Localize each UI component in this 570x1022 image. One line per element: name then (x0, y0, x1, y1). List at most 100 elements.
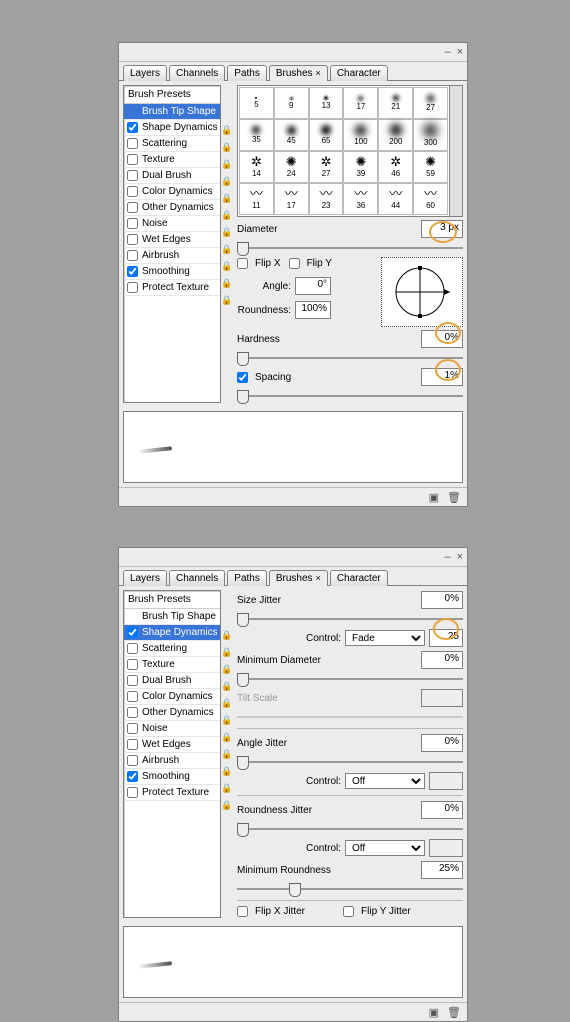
minimize-icon[interactable]: – (444, 46, 450, 58)
lock-icon[interactable]: 🔒 (221, 241, 233, 258)
size-jitter-value[interactable]: 0% (421, 591, 463, 609)
min-roundness-value[interactable]: 25% (421, 861, 463, 879)
tab-brushes[interactable]: Brushes× (269, 65, 328, 81)
sidebar-header[interactable]: Brush Presets (124, 591, 220, 609)
tab-channels[interactable]: Channels (169, 65, 225, 81)
sidebar-item[interactable]: Scattering (124, 641, 220, 657)
angle-jitter-value[interactable]: 0% (421, 734, 463, 752)
hardness-value[interactable]: 0% (421, 330, 463, 348)
sidebar-item[interactable]: Dual Brush (124, 673, 220, 689)
brush-preset[interactable]: 45 (274, 119, 309, 151)
sidebar-checkbox[interactable] (127, 675, 138, 686)
sidebar-checkbox[interactable] (127, 739, 138, 750)
tab-paths[interactable]: Paths (227, 65, 267, 81)
sidebar-header[interactable]: Brush Presets (124, 86, 220, 104)
tab-layers[interactable]: Layers (123, 65, 167, 81)
min-diameter-value[interactable]: 0% (421, 651, 463, 669)
brush-preset[interactable]: 〰44 (378, 183, 413, 215)
size-control-select[interactable]: Fade (345, 630, 425, 646)
sidebar-item[interactable]: Noise (124, 721, 220, 737)
roundness-jitter-slider[interactable] (237, 822, 463, 836)
close-icon[interactable]: × (457, 46, 463, 58)
brush-preset-grid[interactable]: 5913172127354565100200300✲14✺24✲27✺39✲46… (237, 85, 450, 217)
scrollbar[interactable] (450, 85, 463, 217)
sidebar-checkbox[interactable] (127, 627, 138, 638)
angle-jitter-slider[interactable] (237, 755, 463, 769)
roundness-control-select[interactable]: Off (345, 840, 425, 856)
sidebar-checkbox[interactable] (127, 170, 138, 181)
lock-icon[interactable]: 🔒 (221, 207, 233, 224)
sidebar-checkbox[interactable] (127, 659, 138, 670)
sidebar-item[interactable]: Shape Dynamics (124, 625, 220, 641)
trash-icon[interactable]: 🗑 (447, 491, 461, 504)
sidebar-checkbox[interactable] (127, 282, 138, 293)
sidebar-item[interactable]: Smoothing (124, 264, 220, 280)
sidebar-checkbox[interactable] (127, 643, 138, 654)
sidebar-item[interactable]: Wet Edges (124, 232, 220, 248)
tab-character[interactable]: Character (330, 65, 388, 81)
flip-y-checkbox[interactable] (289, 258, 300, 269)
roundness-jitter-value[interactable]: 0% (421, 801, 463, 819)
sidebar-item[interactable]: Protect Texture (124, 280, 220, 296)
brush-preset[interactable]: 〰23 (309, 183, 344, 215)
trash-icon[interactable]: 🗑 (447, 1006, 461, 1019)
new-preset-icon[interactable]: ▣ (429, 1006, 439, 1019)
min-roundness-slider[interactable] (237, 882, 463, 896)
lock-icon[interactable]: 🔒 (221, 797, 233, 814)
sidebar-item[interactable]: Color Dynamics (124, 184, 220, 200)
tab-brushes[interactable]: Brushes× (269, 570, 328, 586)
brush-preset[interactable]: 21 (378, 87, 413, 119)
sidebar-item[interactable]: Other Dynamics (124, 200, 220, 216)
sidebar-item[interactable]: Smoothing (124, 769, 220, 785)
lock-icon[interactable]: 🔒 (221, 712, 233, 729)
brush-preset[interactable]: 200 (378, 119, 413, 151)
lock-icon[interactable]: 🔒 (221, 258, 233, 275)
diameter-slider[interactable] (237, 241, 463, 255)
brush-preset[interactable]: 5 (239, 87, 274, 119)
lock-icon[interactable]: 🔒 (221, 780, 233, 797)
brush-preset[interactable]: 〰17 (274, 183, 309, 215)
sidebar-item[interactable]: Texture (124, 152, 220, 168)
brush-preset[interactable]: 〰60 (413, 183, 448, 215)
tab-layers[interactable]: Layers (123, 570, 167, 586)
sidebar-item[interactable]: Texture (124, 657, 220, 673)
sidebar-item[interactable]: Airbrush (124, 248, 220, 264)
sidebar-item[interactable]: Shape Dynamics (124, 120, 220, 136)
lock-icon[interactable]: 🔒 (221, 156, 233, 173)
brush-preset[interactable]: ✲14 (239, 151, 274, 183)
brush-preset[interactable]: ✺39 (343, 151, 378, 183)
lock-icon[interactable]: 🔒 (221, 173, 233, 190)
lock-icon[interactable]: 🔒 (221, 275, 233, 292)
lock-icon[interactable]: 🔒 (221, 190, 233, 207)
sidebar-checkbox[interactable] (127, 218, 138, 229)
tab-paths[interactable]: Paths (227, 570, 267, 586)
brush-preset[interactable]: ✺59 (413, 151, 448, 183)
brush-preset[interactable]: 9 (274, 87, 309, 119)
brush-preset[interactable]: 27 (413, 87, 448, 119)
lock-icon[interactable]: 🔒 (221, 122, 233, 139)
lock-icon[interactable] (221, 105, 233, 122)
tab-character[interactable]: Character (330, 570, 388, 586)
flip-x-jitter-checkbox[interactable] (237, 906, 248, 917)
sidebar-checkbox[interactable] (127, 202, 138, 213)
hardness-slider[interactable] (237, 351, 463, 365)
sidebar-item[interactable]: Brush Tip Shape (124, 609, 220, 625)
lock-icon[interactable]: 🔒 (221, 292, 233, 309)
lock-icon[interactable]: 🔒 (221, 746, 233, 763)
lock-icon[interactable]: 🔒 (221, 729, 233, 746)
lock-icon[interactable]: 🔒 (221, 661, 233, 678)
sidebar-checkbox[interactable] (127, 154, 138, 165)
sidebar-item[interactable]: Protect Texture (124, 785, 220, 801)
spacing-checkbox[interactable] (237, 372, 248, 383)
close-icon[interactable]: × (457, 551, 463, 563)
lock-icon[interactable]: 🔒 (221, 763, 233, 780)
sidebar-checkbox[interactable] (127, 771, 138, 782)
lock-icon[interactable]: 🔒 (221, 678, 233, 695)
diameter-value[interactable]: 3 px (421, 220, 463, 238)
brush-preset[interactable]: 300 (413, 119, 448, 151)
lock-icon[interactable]: 🔒 (221, 139, 233, 156)
brush-preset[interactable]: 35 (239, 119, 274, 151)
sidebar-checkbox[interactable] (127, 138, 138, 149)
minimize-icon[interactable]: – (444, 551, 450, 563)
min-diameter-slider[interactable] (237, 672, 463, 686)
